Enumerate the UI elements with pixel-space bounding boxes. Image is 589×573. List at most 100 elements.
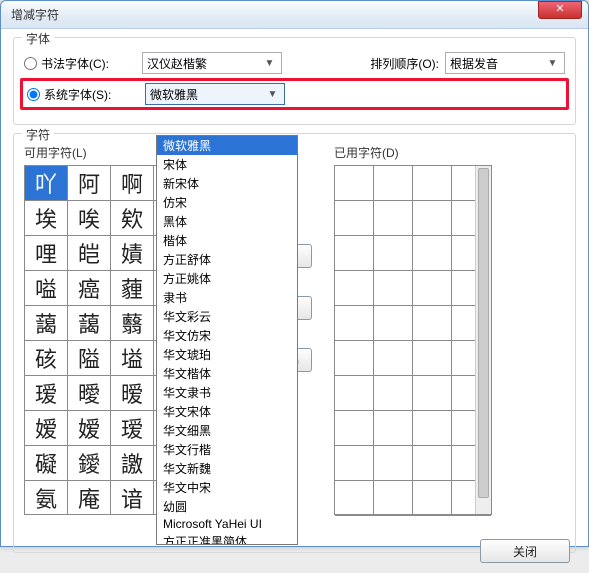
char-cell[interactable]: 皑 (68, 236, 111, 271)
char-cell-empty[interactable] (413, 201, 452, 236)
char-cell-empty[interactable] (374, 236, 413, 271)
char-cell[interactable]: 隘 (68, 341, 111, 376)
char-cell-empty[interactable] (335, 376, 374, 411)
charset-legend: 字符 (22, 126, 54, 143)
scrollbar-thumb[interactable] (478, 168, 489, 498)
char-cell-empty[interactable] (335, 201, 374, 236)
char-cell[interactable]: 吖 (25, 166, 68, 201)
char-cell[interactable]: 藹 (25, 306, 68, 341)
char-cell[interactable]: 薶 (111, 271, 154, 306)
char-cell[interactable]: 藹 (68, 306, 111, 341)
char-cell-empty[interactable] (374, 271, 413, 306)
system-font-combo[interactable]: 微软雅黑 ▼ (145, 83, 285, 105)
char-cell[interactable]: 谙 (111, 481, 154, 515)
dropdown-item[interactable]: 华文中宋 (157, 478, 297, 497)
char-cell-empty[interactable] (413, 481, 452, 516)
char-cell-empty[interactable] (374, 306, 413, 341)
char-cell[interactable]: 嫒 (68, 411, 111, 446)
char-cell[interactable]: 鑀 (68, 446, 111, 481)
radio-system[interactable] (27, 88, 40, 101)
char-cell-empty[interactable] (374, 341, 413, 376)
char-cell-empty[interactable] (413, 166, 452, 201)
char-cell[interactable]: 瑷 (25, 376, 68, 411)
dropdown-item[interactable]: 隶书 (157, 288, 297, 307)
dropdown-item[interactable]: 黑体 (157, 212, 297, 231)
char-cell[interactable]: 癌 (68, 271, 111, 306)
dropdown-item[interactable]: 华文宋体 (157, 402, 297, 421)
char-cell[interactable]: 蘙 (111, 306, 154, 341)
char-cell-empty[interactable] (335, 166, 374, 201)
used-scrollbar[interactable] (475, 166, 491, 514)
dropdown-item[interactable]: 华文行楷 (157, 440, 297, 459)
char-cell-empty[interactable] (413, 376, 452, 411)
char-cell[interactable]: 庵 (68, 481, 111, 515)
dropdown-item[interactable]: 华文细黑 (157, 421, 297, 440)
char-cell-empty[interactable] (413, 306, 452, 341)
char-cell-empty[interactable] (335, 271, 374, 306)
char-cell-empty[interactable] (374, 481, 413, 516)
char-cell[interactable]: 啊 (111, 166, 154, 201)
char-cell[interactable]: 氨 (25, 481, 68, 515)
char-cell-empty[interactable] (335, 236, 374, 271)
char-cell[interactable]: 埃 (25, 201, 68, 236)
dropdown-item[interactable]: 仿宋 (157, 193, 297, 212)
dropdown-item[interactable]: 华文楷体 (157, 364, 297, 383)
system-label: 系统字体(S): (44, 86, 111, 103)
char-cell-empty[interactable] (374, 411, 413, 446)
dropdown-item[interactable]: 方正舒体 (157, 250, 297, 269)
dropdown-item[interactable]: 方正正准黑简体 (157, 532, 297, 545)
char-cell[interactable]: 礙 (25, 446, 68, 481)
char-cell-empty[interactable] (413, 236, 452, 271)
dropdown-item[interactable]: 幼圆 (157, 497, 297, 516)
used-characters-grid[interactable] (334, 165, 492, 515)
char-cell[interactable]: 譤 (111, 446, 154, 481)
char-cell[interactable]: 暧 (111, 376, 154, 411)
system-font-dropdown-list[interactable]: 微软雅黑宋体新宋体仿宋黑体楷体方正舒体方正姚体隶书华文彩云华文仿宋华文琥珀华文楷… (156, 135, 298, 545)
char-cell-empty[interactable] (335, 411, 374, 446)
char-cell-empty[interactable] (374, 446, 413, 481)
dropdown-item[interactable]: 华文仿宋 (157, 326, 297, 345)
dropdown-item[interactable]: 华文彩云 (157, 307, 297, 326)
chevron-down-icon: ▼ (545, 58, 560, 69)
char-cell-empty[interactable] (335, 306, 374, 341)
char-cell[interactable]: 硋 (25, 341, 68, 376)
char-cell[interactable]: 曖 (68, 376, 111, 411)
used-characters-panel: 已用字符(D) (334, 144, 565, 542)
char-cell-empty[interactable] (374, 201, 413, 236)
char-cell[interactable]: 嫧 (111, 236, 154, 271)
system-font-radio[interactable]: 系统字体(S): (27, 86, 137, 103)
dropdown-item[interactable]: 华文隶书 (157, 383, 297, 402)
char-cell-empty[interactable] (413, 411, 452, 446)
dropdown-item[interactable]: 方正姚体 (157, 269, 297, 288)
char-cell[interactable]: 嫒 (25, 411, 68, 446)
char-cell-empty[interactable] (413, 341, 452, 376)
calligraphy-font-value: 汉仪赵楷繁 (147, 55, 207, 72)
dropdown-item[interactable]: Microsoft YaHei UI (157, 516, 297, 532)
char-cell[interactable]: 塧 (111, 341, 154, 376)
dropdown-item[interactable]: 宋体 (157, 155, 297, 174)
dropdown-item[interactable]: 华文新魏 (157, 459, 297, 478)
dropdown-item[interactable]: 新宋体 (157, 174, 297, 193)
close-button[interactable]: 关闭 (480, 539, 570, 563)
char-cell-empty[interactable] (374, 166, 413, 201)
dropdown-item[interactable]: 微软雅黑 (157, 136, 297, 155)
char-cell[interactable]: 欸 (111, 201, 154, 236)
char-cell[interactable]: 阿 (68, 166, 111, 201)
char-cell-empty[interactable] (335, 341, 374, 376)
dropdown-item[interactable]: 楷体 (157, 231, 297, 250)
char-cell-empty[interactable] (374, 376, 413, 411)
char-cell[interactable]: 哩 (25, 236, 68, 271)
dropdown-item[interactable]: 华文琥珀 (157, 345, 297, 364)
calligraphy-font-radio[interactable]: 书法字体(C): (24, 55, 134, 72)
char-cell[interactable]: 嗌 (25, 271, 68, 306)
char-cell-empty[interactable] (335, 481, 374, 516)
char-cell[interactable]: 唉 (68, 201, 111, 236)
sort-order-combo[interactable]: 根据发音 ▼ (445, 52, 565, 74)
char-cell[interactable]: 瑷 (111, 411, 154, 446)
char-cell-empty[interactable] (413, 271, 452, 306)
close-icon[interactable] (538, 1, 582, 19)
char-cell-empty[interactable] (335, 446, 374, 481)
calligraphy-font-combo[interactable]: 汉仪赵楷繁 ▼ (142, 52, 282, 74)
radio-calligraphy[interactable] (24, 57, 37, 70)
char-cell-empty[interactable] (413, 446, 452, 481)
